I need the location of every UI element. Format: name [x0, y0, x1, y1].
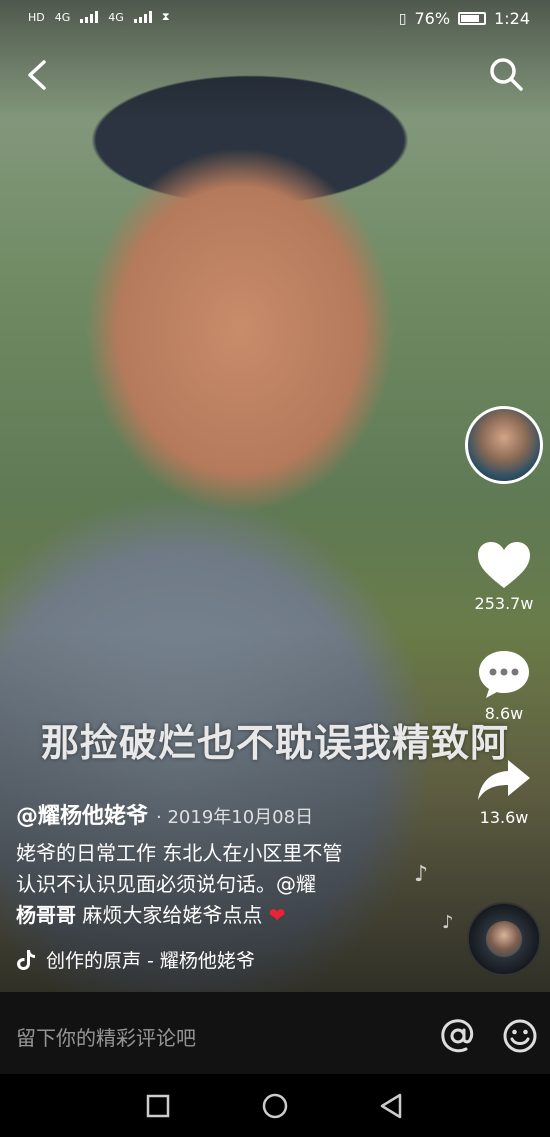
search-icon[interactable]: [488, 56, 524, 92]
heart-icon: [478, 542, 530, 588]
system-nav-bar: [0, 1074, 550, 1137]
battery-percent: 76%: [414, 9, 451, 28]
back-icon[interactable]: [24, 58, 52, 92]
description-line-3: 杨哥哥 麻烦大家给姥爷点点 ❤: [16, 900, 396, 931]
battery-icon: [458, 12, 487, 25]
post-description: 姥爷的日常工作 东北人在小区里不管 认识不认识见面必须说句话。@耀 杨哥哥 麻烦…: [16, 838, 396, 931]
clock: 1:24: [494, 9, 530, 28]
tiktok-icon: [17, 949, 35, 970]
like-count: 253.7w: [474, 594, 534, 613]
author-line: @耀杨他姥爷 · 2019年10月08日: [16, 798, 313, 830]
music-note-icon: ♪: [414, 862, 429, 887]
music-cover: [486, 921, 522, 957]
network-indicators: HD 4G 4G ⧗: [28, 10, 170, 24]
signal-icon-2: [133, 11, 152, 23]
music-title: 创作的原声 - 耀杨他姥爷: [46, 950, 255, 972]
vibrate-icon: ▯: [398, 10, 407, 27]
status-right: ▯ 76% 1:24: [399, 9, 530, 28]
red-heart-icon: ❤: [262, 903, 286, 927]
description-line-3-text: 麻烦大家给姥爷点点: [76, 903, 263, 927]
status-bar: HD 4G 4G ⧗ ▯ 76% 1:24: [0, 0, 550, 40]
author-name[interactable]: @耀杨他姥爷: [16, 804, 148, 829]
home-icon[interactable]: [261, 1092, 289, 1120]
description-line-1: 姥爷的日常工作 东北人在小区里不管: [16, 841, 343, 865]
hourglass-icon: ⧗: [161, 10, 170, 23]
hd-indicator: HD: [28, 10, 45, 24]
mention-icon[interactable]: [440, 1018, 476, 1054]
nav-back-icon[interactable]: [378, 1092, 406, 1120]
comment-input[interactable]: 留下你的精彩评论吧: [16, 1022, 196, 1051]
description-line-2: 认识不认识见面必须说句话。@耀: [16, 872, 316, 896]
emoji-icon[interactable]: [502, 1018, 538, 1054]
music-disc[interactable]: [467, 902, 541, 976]
recents-icon[interactable]: [144, 1092, 172, 1120]
network-4g-indicator: 4G: [54, 10, 71, 24]
music-info[interactable]: 创作的原声 - 耀杨他姥爷: [16, 946, 255, 973]
signal-icon: [80, 11, 99, 23]
comment-icon: [479, 651, 529, 698]
music-note-icon-2: ♪: [442, 912, 454, 933]
author-avatar[interactable]: [465, 406, 543, 484]
comment-bar: 留下你的精彩评论吧: [0, 992, 550, 1074]
post-date: · 2019年10月08日: [156, 807, 314, 828]
share-count: 13.6w: [479, 808, 529, 827]
mention-link[interactable]: 杨哥哥: [16, 903, 76, 927]
network-4g-indicator-2: 4G: [108, 10, 124, 24]
video-subtitle: 那捡破烂也不耽误我精致阿: [40, 721, 509, 765]
like-button[interactable]: 253.7w: [464, 540, 544, 613]
